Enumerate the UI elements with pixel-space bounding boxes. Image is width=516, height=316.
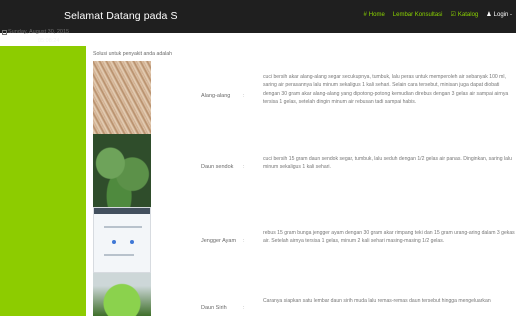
calendar-icon (2, 29, 7, 35)
login-label: Login - (493, 12, 512, 18)
date-text: Sunday, August 30, 2015 (8, 29, 70, 35)
login-dropdown[interactable]: ♟ Login - (486, 12, 512, 18)
remedy-description: cuci bersih akar alang-alang segar secuk… (263, 74, 509, 106)
nav-consultation-label: Lembar Konsultasi (392, 12, 443, 18)
user-icon: ♟ (486, 12, 492, 18)
nav-catalog-link[interactable]: ☑ Katalog (451, 12, 479, 18)
remedy-name: Daun sendok (201, 164, 234, 170)
separator: : (243, 305, 245, 311)
current-time: 05:08:24 (38, 38, 60, 44)
separator: : (243, 93, 245, 99)
current-date: Sunday, August 30, 2015 (2, 29, 69, 35)
screenshot-line (104, 226, 142, 228)
nav-home-link[interactable]: # Home (363, 12, 384, 18)
screenshot-dot (130, 240, 134, 244)
edit-icon: ☑ (450, 12, 456, 18)
nav-catalog-label: Katalog (457, 12, 479, 18)
nav-consultation-link[interactable]: Lembar Konsultasi (393, 12, 443, 18)
remedy-description: Caranya siapkan satu lembar daun sirih m… (263, 298, 491, 304)
screenshot-line (104, 254, 134, 256)
remedy-name: Alang-alang (201, 93, 231, 99)
home-icon: # (363, 12, 367, 18)
remedy-name: Daun Sirih (201, 305, 227, 311)
alang-alang-image (93, 61, 151, 134)
nav-home-label: Home (368, 12, 385, 18)
separator: : (243, 238, 245, 244)
site-title[interactable]: Selamat Datang pada S (64, 10, 178, 22)
sidebar (0, 33, 86, 316)
jengger-ayam-image (93, 207, 151, 273)
top-navbar: Selamat Datang pada S # Home Lembar Kons… (0, 0, 516, 33)
screenshot-bar (94, 208, 150, 214)
daun-sirih-image (93, 273, 151, 316)
daun-sendok-image (93, 134, 151, 207)
remedy-description: cuci bersih 15 gram daun sendok segar, t… (263, 156, 512, 171)
screenshot-dot (112, 240, 116, 244)
separator: : (243, 164, 245, 170)
result-intro: Solusi untuk penyakit anda adalah (93, 51, 173, 57)
remedy-description: rebus 15 gram bunga jengger ayam dengan … (263, 230, 515, 245)
remedy-name: Jengger Ayam (201, 238, 237, 244)
main-nav: # Home Lembar Konsultasi ☑ Katalog ♟ Log… (355, 12, 512, 18)
